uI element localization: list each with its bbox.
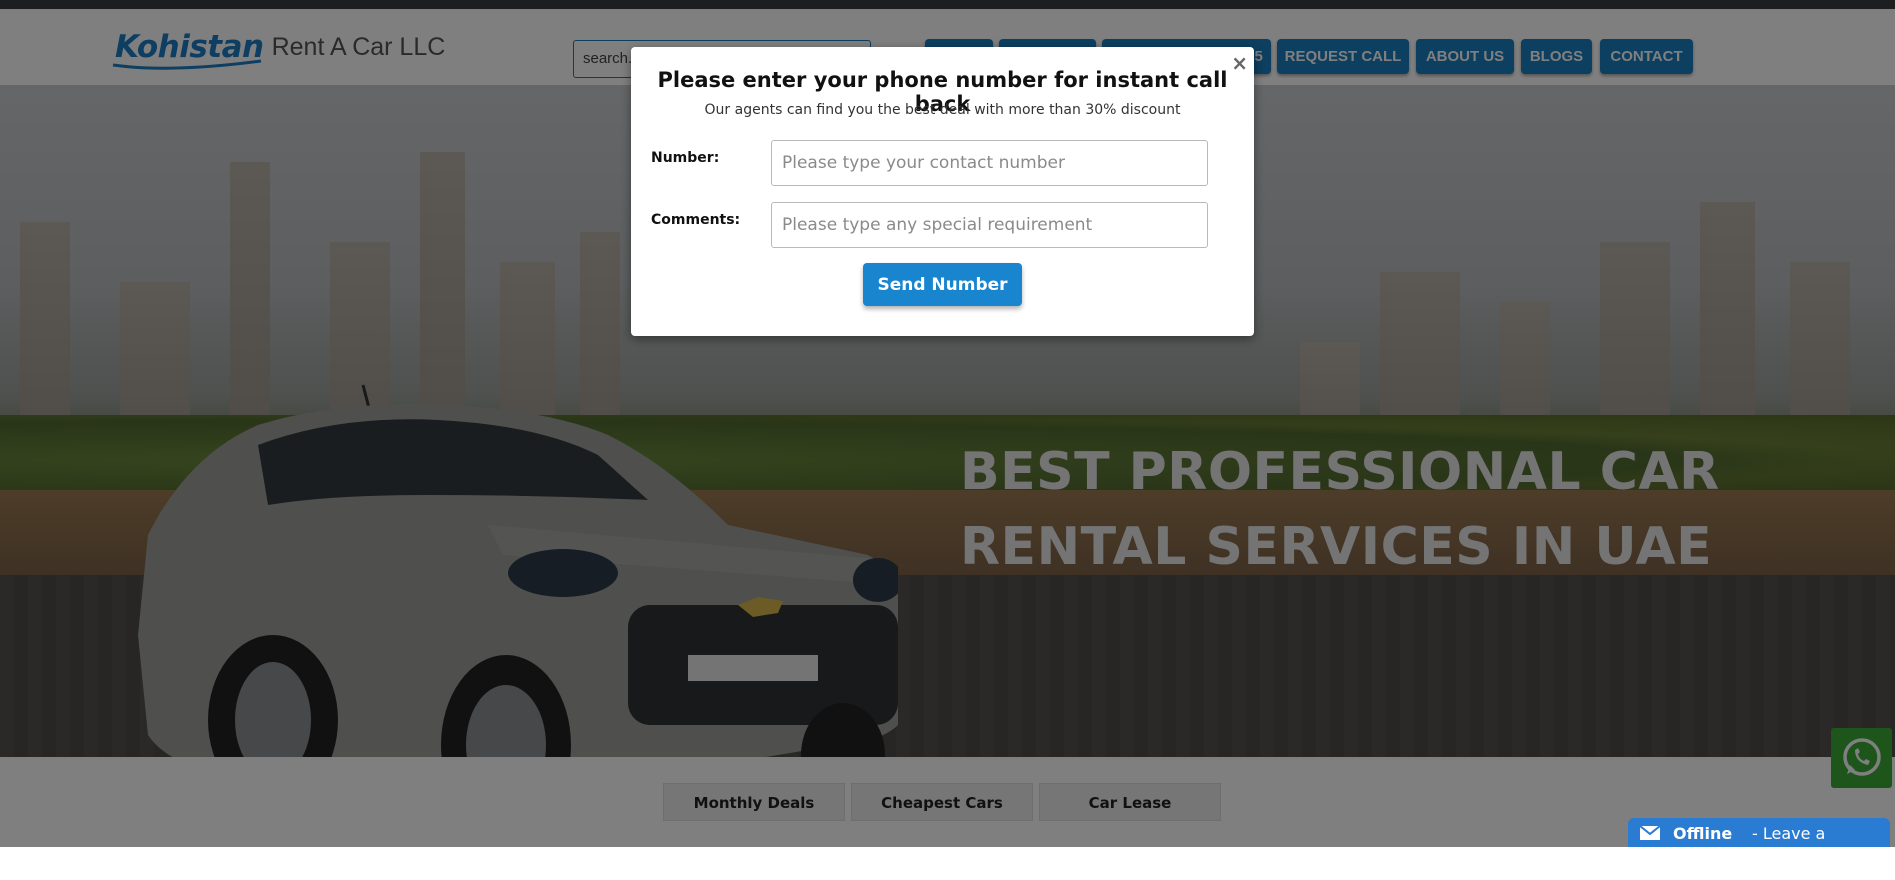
modal-subtitle: Our agents can find you the best deal wi… — [704, 102, 1181, 118]
comments-label: Comments: — [651, 212, 741, 228]
phone-number-input[interactable] — [771, 140, 1208, 186]
callback-modal: × Please enter your phone number for ins… — [631, 47, 1254, 336]
chat-message: - Leave a message — [1752, 824, 1826, 874]
send-number-button[interactable]: Send Number — [863, 263, 1022, 306]
live-chat-bar[interactable]: Offline - Leave a message — [1628, 818, 1890, 874]
envelope-icon — [1640, 826, 1660, 840]
comments-input[interactable] — [771, 202, 1208, 248]
chat-status: Offline — [1673, 824, 1733, 843]
number-label: Number: — [651, 150, 720, 166]
